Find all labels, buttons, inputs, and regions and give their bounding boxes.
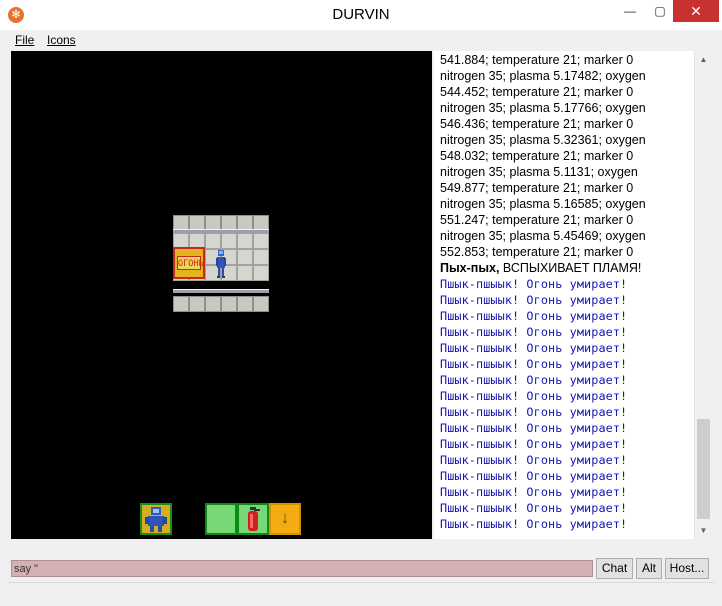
chat-alert-line: Пых-пых, ВСПЫХИВАЕТ ПЛАМЯ! xyxy=(440,260,695,276)
floor-tile[interactable] xyxy=(205,233,221,249)
alert-text: ВСПЫХИВАЕТ ПЛАМЯ! xyxy=(499,261,642,275)
chat-fire-line: Пшык-пшыык! Огонь умирает! xyxy=(440,293,628,307)
chat-scrollbar[interactable]: ▲ ▼ xyxy=(694,51,712,539)
chat-fire-line: Пшык-пшыык! Огонь умирает! xyxy=(440,501,628,515)
map-view[interactable] xyxy=(11,51,432,539)
chat-output[interactable]: 541.884; temperature 21; marker 0 nitroge… xyxy=(434,51,711,539)
maximize-button[interactable]: ▢ xyxy=(647,0,673,22)
fire-extinguisher-icon xyxy=(248,507,260,531)
floor-tile[interactable] xyxy=(189,296,205,312)
chat-lines: 541.884; temperature 21; marker 0 nitroge… xyxy=(440,52,695,532)
menu-icons[interactable]: Icons xyxy=(47,33,76,47)
floor-tile[interactable] xyxy=(221,296,237,312)
chat-fire-line: Пшык-пшыык! Огонь умирает! xyxy=(440,309,628,323)
chat-log-line: 546.436; temperature 21; marker 0 xyxy=(440,117,634,131)
floor-tile[interactable] xyxy=(173,296,189,312)
chat-fire-line: Пшык-пшыык! Огонь умирает! xyxy=(440,485,628,499)
chat-log-line: nitrogen 35; plasma 5.45469; oxygen xyxy=(440,229,646,243)
floor-tile[interactable] xyxy=(237,249,253,265)
floor-tile[interactable] xyxy=(221,233,237,249)
chat-log-line: 549.877; temperature 21; marker 0 xyxy=(440,181,634,195)
chat-fire-line: Пшык-пшыык! Огонь умирает! xyxy=(440,373,628,387)
character-icon xyxy=(145,507,167,532)
chat-fire-line: Пшык-пшыык! Огонь умирает! xyxy=(440,469,628,483)
floor-tile[interactable] xyxy=(237,265,253,281)
status-bar xyxy=(7,582,715,601)
host-button[interactable]: Host... xyxy=(665,558,709,579)
floor-tile[interactable] xyxy=(253,296,269,312)
menu-file[interactable]: File xyxy=(15,33,34,47)
window-stripe xyxy=(173,289,269,293)
scroll-thumb[interactable] xyxy=(697,419,710,519)
scroll-up-icon[interactable]: ▲ xyxy=(695,51,712,68)
chat-fire-line: Пшык-пшыык! Огонь умирает! xyxy=(440,325,628,339)
fire-sign-label: ОГОНЬ xyxy=(177,256,204,270)
chat-fire-line: Пшык-пшыык! Огонь умирает! xyxy=(440,277,628,291)
chat-log-line: 551.247; temperature 21; marker 0 xyxy=(440,213,634,227)
chat-log-line: 548.032; temperature 21; marker 0 xyxy=(440,149,634,163)
window-stripe xyxy=(173,229,269,233)
chat-log-line: 541.884; temperature 21; marker 0 xyxy=(440,53,634,67)
floor-tile[interactable] xyxy=(253,249,269,265)
chat-fire-line: Пшык-пшыык! Огонь умирает! xyxy=(440,437,628,451)
chat-log-line: nitrogen 35; plasma 5.32361; oxygen xyxy=(440,133,646,147)
chat-fire-line: Пшык-пшыык! Огонь умирает! xyxy=(440,517,628,531)
menu-bar: File Icons xyxy=(0,30,722,50)
floor-tile[interactable] xyxy=(237,233,253,249)
chat-log-line: 544.452; temperature 21; marker 0 xyxy=(440,85,634,99)
crew-member-sprite[interactable] xyxy=(214,249,228,279)
chat-fire-line: Пшык-пшыык! Огонь умирает! xyxy=(440,389,628,403)
hud-hand-left-slot[interactable] xyxy=(205,503,237,535)
fire-warning-sign[interactable]: ОГОНЬ xyxy=(173,247,205,279)
floor-tile[interactable] xyxy=(205,296,221,312)
chat-log-line: 552.853; temperature 21; marker 0 xyxy=(440,245,634,259)
title-bar: ✻ DURVIN — ▢ ✕ xyxy=(0,0,722,30)
chat-log-line: nitrogen 35; plasma 5.16585; oxygen xyxy=(440,197,646,211)
close-button[interactable]: ✕ xyxy=(673,0,719,22)
minimize-button[interactable]: — xyxy=(613,0,647,22)
chat-fire-line: Пшык-пшыык! Огонь умирает! xyxy=(440,453,628,467)
chat-fire-line: Пшык-пшыык! Огонь умирает! xyxy=(440,421,628,435)
chat-log-line: nitrogen 35; plasma 5.17766; oxygen xyxy=(440,101,646,115)
hud-character-slot[interactable] xyxy=(140,503,172,535)
chat-button[interactable]: Chat xyxy=(596,558,633,579)
floor-tile[interactable] xyxy=(253,233,269,249)
floor-tile[interactable] xyxy=(253,265,269,281)
floor-tile[interactable] xyxy=(237,296,253,312)
arrow-down-icon[interactable]: ↓ xyxy=(269,503,301,535)
alert-bold-text: Пых-пых, xyxy=(440,261,500,275)
chat-log-line: nitrogen 35; plasma 5.1131; oxygen xyxy=(440,165,638,179)
chat-log-line: nitrogen 35; plasma 5.17482; oxygen xyxy=(440,69,646,83)
chat-fire-line: Пшык-пшыык! Огонь умирает! xyxy=(440,357,628,371)
command-input[interactable]: say " xyxy=(11,560,593,577)
chat-fire-line: Пшык-пшыык! Огонь умирает! xyxy=(440,405,628,419)
chat-fire-line: Пшык-пшыык! Огонь умирает! xyxy=(440,341,628,355)
scroll-down-icon[interactable]: ▼ xyxy=(695,522,712,539)
hud-hand-right-slot[interactable] xyxy=(237,503,269,535)
alt-button[interactable]: Alt xyxy=(636,558,662,579)
